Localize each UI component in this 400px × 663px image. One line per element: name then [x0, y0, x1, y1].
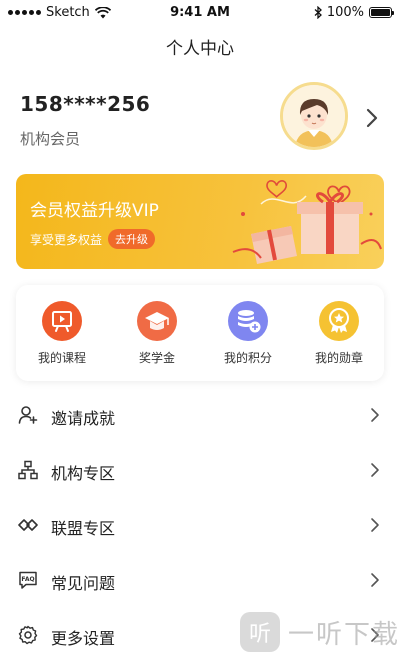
vip-banner-subtitle: 享受更多权益 [30, 232, 103, 247]
vip-upgrade-banner[interactable]: 会员权益升级VIP 享受更多权益 去升级 [16, 174, 384, 269]
faq-icon: FAQ [19, 571, 37, 589]
avatar[interactable] [280, 82, 348, 150]
menu-item-alliance[interactable]: 联盟专区 [0, 498, 400, 553]
settings-gear-icon [18, 625, 38, 645]
vip-banner-title: 会员权益升级VIP [30, 201, 159, 221]
chevron-right-icon[interactable] [364, 106, 380, 130]
watermark-logo: 听 [240, 612, 280, 652]
svg-text:FAQ: FAQ [21, 576, 34, 583]
chevron-right-icon [371, 463, 379, 477]
menu-label: 机构专区 [51, 464, 116, 483]
quick-action-my-medals[interactable]: 我的勋章 [299, 301, 379, 366]
watermark-logo-text: 听 [248, 622, 271, 647]
gift-boxes-icon [232, 180, 382, 264]
quick-action-label: 我的勋章 [314, 351, 363, 365]
status-bar: Sketch 9:41 AM 100% [0, 0, 400, 26]
chevron-right-icon [371, 573, 379, 587]
menu-item-organization[interactable]: 机构专区 [0, 443, 400, 498]
chevron-right-icon [371, 408, 379, 422]
watermark: 听 一听下载 [240, 612, 400, 652]
battery-icon [369, 7, 394, 18]
menu-item-invite[interactable]: 邀请成就 [0, 388, 400, 443]
member-type: 机构会员 [20, 130, 81, 148]
profile-header[interactable]: 158****256 机构会员 [0, 80, 400, 160]
quick-action-label: 奖学金 [138, 351, 175, 365]
quick-action-scholarship[interactable]: 奖学金 [117, 301, 197, 366]
page-title: 个人中心 [166, 39, 234, 59]
alliance-icon [18, 519, 38, 531]
chevron-right-icon [371, 518, 379, 532]
menu-label: 更多设置 [51, 629, 116, 648]
invite-user-icon [18, 406, 38, 424]
menu-label: 联盟专区 [51, 519, 116, 538]
quick-action-my-courses[interactable]: 我的课程 [22, 301, 102, 366]
coins-stack-icon [228, 301, 268, 341]
bluetooth-icon [314, 6, 322, 19]
menu-label: 邀请成就 [51, 409, 116, 428]
battery-percent: 100% [326, 5, 364, 20]
quick-actions-card: 我的课程 奖学金 我的积分 我的勋章 [16, 285, 384, 381]
quick-action-my-points[interactable]: 我的积分 [208, 301, 288, 366]
medal-icon [319, 301, 359, 341]
quick-action-label: 我的课程 [37, 351, 86, 365]
menu-label: 常见问题 [51, 574, 116, 593]
graduation-cap-icon [137, 301, 177, 341]
course-play-icon [42, 301, 82, 341]
user-phone: 158****256 [20, 92, 151, 116]
watermark-text: 一听下载 [288, 619, 400, 650]
upgrade-button[interactable]: 去升级 [108, 229, 156, 249]
quick-action-label: 我的积分 [223, 351, 272, 365]
menu-item-faq[interactable]: FAQ 常见问题 [0, 553, 400, 608]
org-structure-icon [18, 460, 38, 480]
